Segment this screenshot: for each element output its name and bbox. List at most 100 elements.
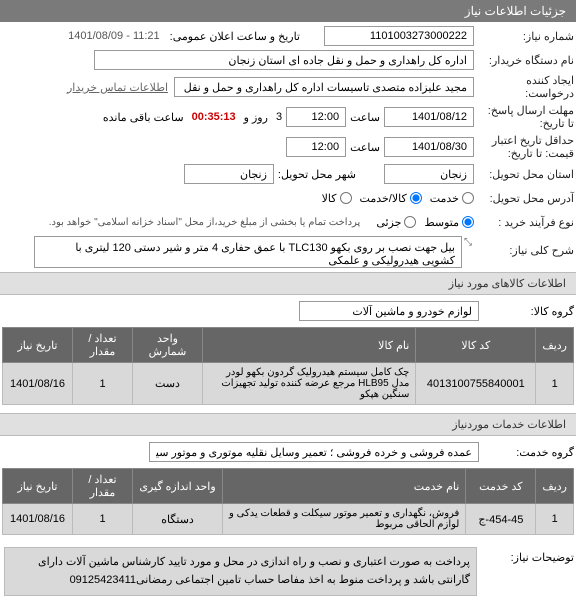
process-note: پرداخت تمام یا بخشی از مبلغ خرید،از محل …: [49, 217, 367, 228]
goods-section: گروه کالا: ردیف کد کالا نام کالا واحد شم…: [0, 295, 576, 413]
radio-goods[interactable]: [340, 192, 352, 204]
cell-code: 454-45-ج: [466, 504, 536, 535]
row-province: استان محل تحویل: شهر محل تحویل:: [2, 162, 574, 186]
services-section-title: اطلاعات خدمات موردنیاز: [0, 413, 576, 436]
process-radio-group: متوسط جزئی: [376, 216, 474, 229]
th-name: نام خدمت: [223, 469, 466, 504]
radio-small-label: جزئی: [376, 216, 401, 229]
announce-label: تاریخ و ساعت اعلان عمومی:: [166, 30, 304, 43]
radio-service-label: خدمت: [430, 192, 459, 205]
services-group-input[interactable]: [149, 442, 479, 462]
validity-time-label: ساعت: [346, 141, 384, 154]
delivery-opt-both[interactable]: کالا/خدمت: [360, 192, 422, 205]
radio-med[interactable]: [462, 216, 474, 228]
deadline-date-input[interactable]: [384, 107, 474, 127]
services-group-label: گروه خدمت:: [479, 446, 574, 459]
city-label: شهر محل تحویل:: [274, 168, 360, 181]
deadline-time-label: ساعت: [346, 111, 384, 124]
row-requester: ایجاد کننده درخواست: اطلاعات تماس خریدار: [2, 72, 574, 102]
cell-date: 1401/08/16: [3, 504, 73, 535]
niaz-no-label: شماره نیاز:: [474, 30, 574, 43]
delivery-addr-label: آدرس محل تحویل:: [474, 192, 574, 205]
cell-unit: دستگاه: [133, 504, 223, 535]
validity-time-input[interactable]: [286, 137, 346, 157]
cell-name: فروش، نگهداری و تعمیر موتور سیکلت و قطعا…: [223, 504, 466, 535]
contact-link[interactable]: اطلاعات تماس خریدار: [67, 81, 174, 94]
th-idx: ردیف: [536, 328, 574, 363]
cell-name: چک کامل سیستم هیدرولیک گردون بکهو لودر م…: [203, 363, 416, 405]
header-bar: جزئیات اطلاعات نیاز: [0, 0, 576, 22]
delivery-opt-service[interactable]: خدمت: [430, 192, 474, 205]
province-input[interactable]: [384, 164, 474, 184]
province-label: استان محل تحویل:: [474, 168, 574, 181]
cell-qty: 1: [73, 363, 133, 405]
row-buyer: نام دستگاه خریدار:: [2, 48, 574, 72]
goods-group-row: گروه کالا:: [2, 297, 574, 325]
buyer-input[interactable]: [94, 50, 474, 70]
validity-label: حداقل تاریخ اعتبار قیمت: تا تاریخ:: [474, 134, 574, 160]
form-section: شماره نیاز: تاریخ و ساعت اعلان عمومی: 14…: [0, 22, 576, 272]
buyer-label: نام دستگاه خریدار:: [474, 54, 574, 67]
remain-days: 3: [272, 111, 286, 123]
row-delivery-addr: آدرس محل تحویل: خدمت کالا/خدمت کالا: [2, 186, 574, 210]
delivery-radio-group: خدمت کالا/خدمت کالا: [322, 192, 474, 205]
services-section: گروه خدمت: ردیف کد خدمت نام خدمت واحد ان…: [0, 436, 576, 543]
cell-code: 4013100755840001: [416, 363, 536, 405]
th-code: کد خدمت: [466, 469, 536, 504]
deadline-label: مهلت ارسال پاسخ: تا تاریخ:: [474, 104, 574, 130]
remain-day-label: روز و: [240, 111, 272, 124]
th-code: کد کالا: [416, 328, 536, 363]
resize-icon[interactable]: ⤡: [462, 236, 474, 248]
cell-date: 1401/08/16: [3, 363, 73, 405]
notes-text: پرداخت به صورت اعتباری و نصب و راه انداز…: [4, 547, 477, 596]
services-group-row: گروه خدمت:: [2, 438, 574, 466]
cell-qty: 1: [73, 504, 133, 535]
radio-both[interactable]: [410, 192, 422, 204]
desc-textarea[interactable]: [34, 236, 462, 268]
radio-both-label: کالا/خدمت: [360, 192, 407, 205]
announce-value: 1401/08/09 - 11:21: [68, 30, 166, 42]
desc-label: شرح کلی نیاز:: [474, 236, 574, 257]
radio-goods-label: کالا: [322, 192, 337, 205]
th-date: تاریخ نیاز: [3, 328, 73, 363]
niaz-no-input[interactable]: [324, 26, 474, 46]
cell-unit: دست: [133, 363, 203, 405]
th-name: نام کالا: [203, 328, 416, 363]
th-idx: ردیف: [536, 469, 574, 504]
requester-label: ایجاد کننده درخواست:: [474, 74, 574, 100]
city-input[interactable]: [184, 164, 274, 184]
delivery-opt-goods[interactable]: کالا: [322, 192, 352, 205]
row-niaz-no: شماره نیاز: تاریخ و ساعت اعلان عمومی: 14…: [2, 24, 574, 48]
radio-service[interactable]: [462, 192, 474, 204]
notes-row: توضیحات نیاز: پرداخت به صورت اعتباری و ن…: [0, 543, 576, 600]
deadline-time-input[interactable]: [286, 107, 346, 127]
cell-idx: 1: [536, 504, 574, 535]
remain-timer: 00:35:13: [188, 111, 240, 123]
th-qty: تعداد / مقدار: [73, 328, 133, 363]
radio-med-label: متوسط: [424, 216, 459, 229]
row-process: نوع فرآیند خرید : متوسط جزئی پرداخت تمام…: [2, 210, 574, 234]
table-row[interactable]: 1 454-45-ج فروش، نگهداری و تعمیر موتور س…: [3, 504, 574, 535]
goods-table: ردیف کد کالا نام کالا واحد شمارش تعداد /…: [2, 327, 574, 405]
requester-input[interactable]: [174, 77, 474, 97]
process-opt-small[interactable]: جزئی: [376, 216, 416, 229]
row-validity: حداقل تاریخ اعتبار قیمت: تا تاریخ: ساعت: [2, 132, 574, 162]
row-deadline: مهلت ارسال پاسخ: تا تاریخ: ساعت 3 روز و …: [2, 102, 574, 132]
notes-label: توضیحات نیاز:: [479, 545, 574, 564]
header-title: جزئیات اطلاعات نیاز: [465, 4, 566, 18]
th-unit: واحد شمارش: [133, 328, 203, 363]
th-unit: واحد اندازه گیری: [133, 469, 223, 504]
process-opt-med[interactable]: متوسط: [424, 216, 474, 229]
process-label: نوع فرآیند خرید :: [474, 216, 574, 229]
table-row[interactable]: 1 4013100755840001 چک کامل سیستم هیدرولی…: [3, 363, 574, 405]
radio-small[interactable]: [404, 216, 416, 228]
services-table: ردیف کد خدمت نام خدمت واحد اندازه گیری ت…: [2, 468, 574, 535]
goods-group-label: گروه کالا:: [479, 305, 574, 318]
cell-idx: 1: [536, 363, 574, 405]
services-table-header-row: ردیف کد خدمت نام خدمت واحد اندازه گیری ت…: [3, 469, 574, 504]
remain-suffix: ساعت باقی مانده: [99, 111, 188, 124]
validity-date-input[interactable]: [384, 137, 474, 157]
goods-group-input[interactable]: [299, 301, 479, 321]
goods-table-header-row: ردیف کد کالا نام کالا واحد شمارش تعداد /…: [3, 328, 574, 363]
goods-section-title: اطلاعات کالاهای مورد نیاز: [0, 272, 576, 295]
